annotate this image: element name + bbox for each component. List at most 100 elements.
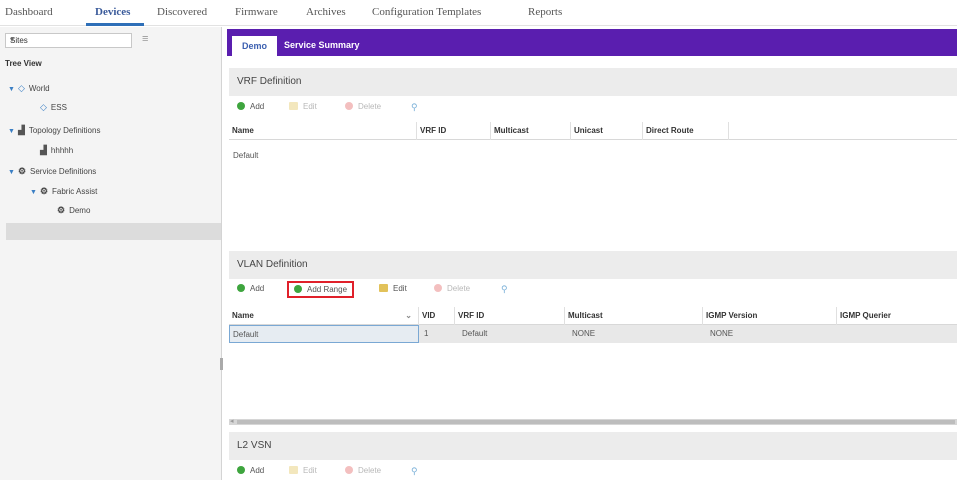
l2vsn-section-header: L2 VSN [229, 432, 957, 460]
vlan-toolbar: Add Add Range Edit Delete ⚲ [229, 281, 957, 301]
menu-icon[interactable]: ≡ [142, 33, 148, 45]
tree-node-label: Service Definitions [30, 167, 97, 176]
cell-vid: 1 [424, 329, 429, 338]
scroll-left-icon[interactable]: ◂ [230, 417, 234, 425]
tree-node-ess[interactable]: ◇ ESS [40, 102, 67, 113]
vrf-filter-button[interactable]: ⚲ [411, 102, 418, 113]
tree-node-fabric-assist[interactable]: ▼ ⚙ Fabric Assist [30, 186, 97, 197]
vlan-edit-button[interactable]: Edit [379, 284, 407, 293]
nav-tab-devices[interactable]: Devices [95, 6, 130, 18]
column-header-vrf-id[interactable]: VRF ID [455, 307, 565, 325]
tree-node-service-definitions[interactable]: ▼ ⚙ Service Definitions [8, 166, 96, 177]
tree-node-hhhhh[interactable]: ▟ hhhhh [40, 145, 73, 156]
vlan-delete-button[interactable]: Delete [434, 284, 470, 293]
column-header-unicast[interactable]: Unicast [571, 122, 643, 140]
add-icon [294, 285, 302, 293]
service-icon: ⚙ [17, 166, 27, 176]
nav-tab-discovered[interactable]: Discovered [157, 6, 207, 18]
tree-node-label: Topology Definitions [28, 126, 101, 135]
vlan-section-title: VLAN Definition [237, 259, 308, 270]
tab-demo[interactable]: Demo [232, 36, 277, 56]
l2vsn-add-label: Add [250, 466, 265, 475]
tab-service-summary[interactable]: Service Summary [284, 40, 360, 50]
l2vsn-section-title: L2 VSN [237, 440, 272, 451]
l2vsn-add-button[interactable]: Add [237, 466, 264, 475]
column-header-igmp-querier[interactable]: IGMP Querier [837, 307, 957, 325]
add-icon [237, 102, 245, 110]
add-icon [237, 284, 245, 292]
vrf-table-header: Name VRF ID Multicast Unicast Direct Rou… [229, 122, 957, 140]
content-tab-bar: Demo Service Summary [227, 29, 957, 56]
column-header-vid[interactable]: VID [419, 307, 455, 325]
chevron-down-icon: ▾ [10, 35, 15, 44]
expand-toggle-icon[interactable]: ▼ [8, 86, 15, 93]
tree-node-label: Demo [69, 206, 91, 215]
add-icon [237, 466, 245, 474]
vlan-add-range-button[interactable]: Add Range [287, 281, 355, 298]
column-header-direct-route[interactable]: Direct Route [643, 122, 729, 140]
column-header-igmp-version[interactable]: IGMP Version [703, 307, 837, 325]
edit-icon [379, 284, 388, 292]
tree-node-selected-highlight [6, 223, 221, 240]
edit-icon [289, 102, 298, 110]
tree-view-title: Tree View [5, 59, 42, 68]
service-icon: ⚙ [57, 205, 66, 215]
vlan-filter-button[interactable]: ⚲ [501, 284, 508, 295]
l2vsn-edit-label: Edit [303, 466, 317, 475]
vlan-horizontal-scrollbar[interactable]: ◂ [229, 417, 957, 425]
nav-tab-firmware[interactable]: Firmware [235, 6, 278, 18]
scrollbar-thumb[interactable] [237, 420, 955, 424]
cell-name[interactable]: Default [229, 325, 419, 343]
tree-node-label: hhhhh [50, 146, 74, 155]
nav-tab-configuration-templates[interactable]: Configuration Templates [372, 6, 481, 18]
vlan-add-range-label: Add Range [307, 285, 348, 294]
filter-icon: ⚲ [501, 284, 508, 294]
cell-igmp-version: NONE [710, 329, 734, 338]
delete-icon [434, 284, 442, 292]
l2vsn-delete-label: Delete [358, 466, 382, 475]
l2vsn-edit-button[interactable]: Edit [289, 466, 317, 475]
tree-node-world[interactable]: ▼ ◇ World [8, 83, 50, 94]
expand-toggle-icon[interactable]: ▼ [30, 189, 37, 196]
site-icon: ◇ [17, 83, 25, 93]
expand-toggle-icon[interactable]: ▼ [8, 169, 15, 176]
vrf-table-row[interactable]: Default [233, 151, 258, 160]
tree-node-topology-definitions[interactable]: ▼ ▟ Topology Definitions [8, 125, 100, 136]
vlan-section-header: VLAN Definition [229, 251, 957, 279]
expand-toggle-icon[interactable]: ▼ [8, 128, 15, 135]
l2vsn-delete-button[interactable]: Delete [345, 466, 381, 475]
sites-select[interactable]: Sites ▾ [5, 33, 132, 48]
column-header-name[interactable]: Name [229, 122, 417, 140]
vrf-delete-button[interactable]: Delete [345, 102, 381, 111]
delete-icon [345, 466, 353, 474]
vrf-edit-button[interactable]: Edit [289, 102, 317, 111]
vrf-edit-label: Edit [303, 102, 317, 111]
vlan-table-row[interactable]: Default 1 Default NONE NONE [229, 325, 957, 343]
service-icon: ⚙ [39, 186, 49, 196]
active-tab-indicator [86, 23, 144, 26]
vrf-add-label: Add [250, 102, 265, 111]
tree-node-label: ESS [50, 103, 67, 112]
edit-icon [289, 466, 298, 474]
tree-node-demo[interactable]: ⚙ Demo [57, 205, 90, 216]
column-header-multicast[interactable]: Multicast [491, 122, 571, 140]
main-content: Demo Service Summary VRF Definition Add … [223, 27, 957, 480]
column-header-name[interactable]: Name ⌄ [229, 307, 419, 325]
vrf-section-title: VRF Definition [237, 76, 302, 87]
vrf-add-button[interactable]: Add [237, 102, 264, 111]
tree-node-label: World [28, 84, 50, 93]
column-header-multicast[interactable]: Multicast [565, 307, 703, 325]
filter-icon: ⚲ [411, 102, 418, 112]
l2vsn-filter-button[interactable]: ⚲ [411, 466, 418, 477]
nav-tab-reports[interactable]: Reports [528, 6, 562, 18]
vlan-add-button[interactable]: Add [237, 284, 264, 293]
vlan-edit-label: Edit [393, 284, 407, 293]
topology-icon: ▟ [40, 145, 47, 155]
vrf-section-header: VRF Definition [229, 68, 957, 96]
nav-tab-dashboard[interactable]: Dashboard [5, 6, 53, 18]
nav-tab-archives[interactable]: Archives [306, 6, 346, 18]
cell-multicast: NONE [572, 329, 596, 338]
vlan-delete-label: Delete [447, 284, 471, 293]
column-header-vrf-id[interactable]: VRF ID [417, 122, 491, 140]
column-header-label: Name [232, 311, 254, 320]
